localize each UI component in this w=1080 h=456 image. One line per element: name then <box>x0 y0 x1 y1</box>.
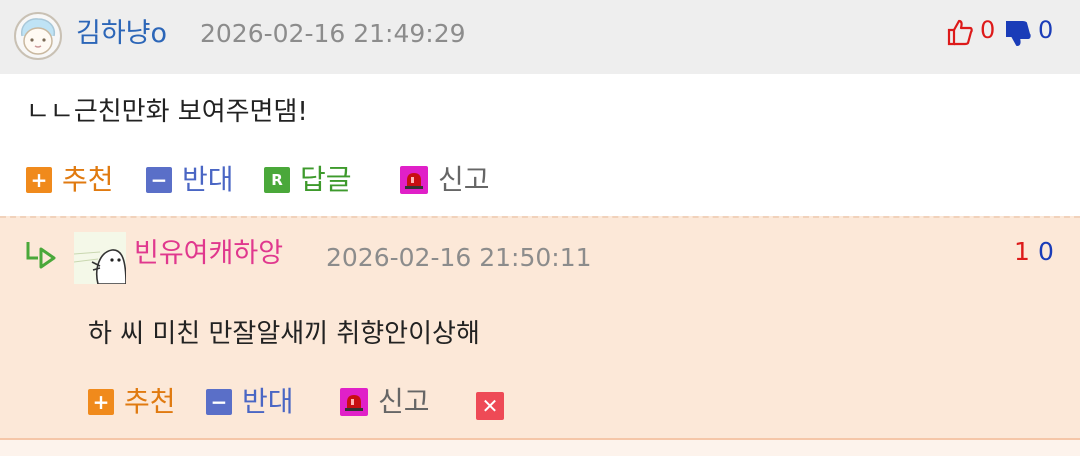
reply-button[interactable]: R 답글 <box>264 162 352 198</box>
thumbs-down-icon[interactable] <box>1004 20 1032 48</box>
next-section <box>0 440 1080 456</box>
reply-downvote-count: 0 <box>1038 237 1054 266</box>
thumbs-up-icon[interactable] <box>946 18 974 46</box>
ghost-avatar-icon <box>74 249 126 284</box>
comment-author[interactable]: 김하냥o <box>76 16 167 52</box>
reply-author[interactable]: 빈유여캐하앙 <box>134 236 283 272</box>
reply-label: 답글 <box>300 163 352 196</box>
report-button[interactable]: 신고 <box>400 162 490 198</box>
oppose-button[interactable]: − 반대 <box>206 384 294 420</box>
oppose-label: 반대 <box>242 385 294 418</box>
close-icon[interactable]: ✕ <box>476 392 504 420</box>
minus-icon: − <box>146 167 172 193</box>
reply-arrow-icon <box>26 242 56 269</box>
comment-timestamp: 2026-02-16 21:49:29 <box>200 19 466 48</box>
recommend-label: 추천 <box>124 385 176 418</box>
siren-icon <box>400 166 428 194</box>
avatar-face-icon <box>21 18 56 55</box>
reply-timestamp: 2026-02-16 21:50:11 <box>326 243 592 272</box>
comment-text: ㄴㄴ근친만화 보여주면댐! <box>26 97 308 127</box>
recommend-button[interactable]: + 추천 <box>26 162 114 198</box>
reply-r-icon: R <box>264 167 290 193</box>
avatar[interactable] <box>74 232 126 284</box>
report-button[interactable]: 신고 <box>340 384 430 420</box>
downvote-count: 0 <box>1038 16 1054 44</box>
minus-icon: − <box>206 389 232 415</box>
oppose-label: 반대 <box>182 163 234 196</box>
recommend-button[interactable]: + 추천 <box>88 384 176 420</box>
recommend-label: 추천 <box>62 163 114 196</box>
reply-upvote-count: 1 <box>1014 237 1030 266</box>
avatar[interactable] <box>14 12 62 60</box>
report-label: 신고 <box>438 163 490 196</box>
oppose-button[interactable]: − 반대 <box>146 162 234 198</box>
report-label: 신고 <box>378 385 430 418</box>
siren-icon <box>340 388 368 416</box>
reply-text: 하 씨 미친 만잘알새끼 취향안이상해 <box>88 319 480 349</box>
upvote-count: 0 <box>980 16 996 44</box>
plus-icon: + <box>88 389 114 415</box>
plus-icon: + <box>26 167 52 193</box>
